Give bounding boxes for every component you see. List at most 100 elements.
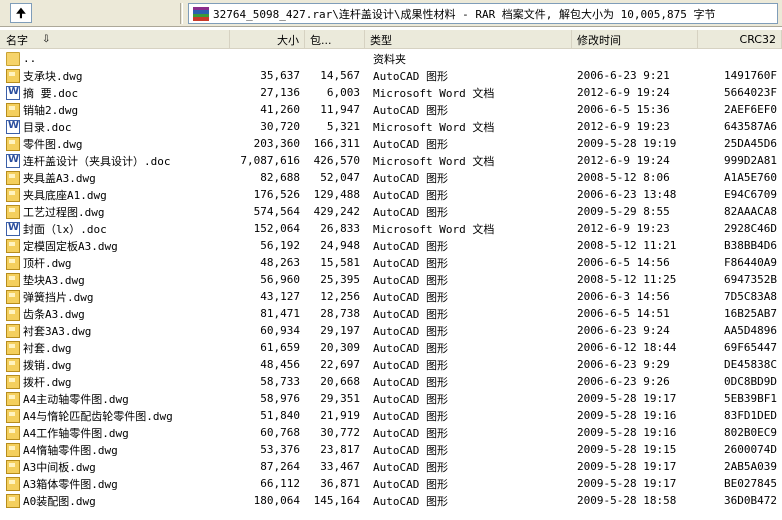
- file-type: AutoCAD 图形: [373, 443, 448, 457]
- rar-archive-icon: [193, 6, 209, 21]
- file-row[interactable]: A3中间板.dwg 87,264 33,467 AutoCAD 图形 2009-5-28…: [0, 458, 782, 475]
- file-row[interactable]: 夹具底座A1.dwg 176,526 129,488 AutoCAD 图形 2006-6…: [0, 186, 782, 203]
- file-crc: B38BB4D6: [724, 239, 777, 252]
- file-packed-size: 52,047: [320, 171, 360, 184]
- file-name: 衬套.dwg: [23, 341, 72, 355]
- file-row[interactable]: A4工作轴零件图.dwg 60,768 30,772 AutoCAD 图形 2009-5…: [0, 424, 782, 441]
- dwg-icon: [6, 136, 20, 151]
- dwg-icon: [6, 255, 20, 270]
- file-name-cell: 拨杆.dwg: [0, 373, 230, 390]
- file-row[interactable]: 连杆盖设计（夹具设计）.doc 7,087,616 426,570 Microsoft…: [0, 152, 782, 169]
- file-modified: 2006-6-12 18:44: [577, 341, 677, 354]
- file-modified: 2009-5-28 18:58: [577, 494, 677, 507]
- file-type: Microsoft Word 文档: [373, 154, 495, 168]
- dwg-icon: [6, 68, 20, 83]
- file-name-cell: 衬套3A3.dwg: [0, 322, 230, 339]
- column-name[interactable]: 名字 ⇩: [0, 30, 230, 49]
- file-size: 60,934: [260, 324, 300, 337]
- file-name-cell: 封面（lx）.doc: [0, 220, 230, 237]
- file-name: 夹具底座A1.dwg: [23, 188, 107, 202]
- file-row[interactable]: A4与惰轮匹配齿轮零件图.dwg 51,840 21,919 AutoCAD 图形 20…: [0, 407, 782, 424]
- file-name-cell: A3中间板.dwg: [0, 458, 230, 475]
- dwg-icon: [6, 323, 20, 338]
- file-name-cell: 支承块.dwg: [0, 67, 230, 84]
- file-name-cell: 夹具底座A1.dwg: [0, 186, 230, 203]
- file-row[interactable]: A3箱体零件图.dwg 66,112 36,871 AutoCAD 图形 2009-5-…: [0, 475, 782, 492]
- dwg-icon: [6, 374, 20, 389]
- file-name: 齿条A3.dwg: [23, 307, 85, 321]
- file-type: AutoCAD 图形: [373, 137, 448, 151]
- file-row[interactable]: 拨杆.dwg 58,733 20,668 AutoCAD 图形 2006-6-23 9:…: [0, 373, 782, 390]
- file-size: 56,192: [260, 239, 300, 252]
- file-crc: 643587A6: [724, 120, 777, 133]
- file-row[interactable]: 垫块A3.dwg 56,960 25,395 AutoCAD 图形 2008-5-12 …: [0, 271, 782, 288]
- file-size: 574,564: [253, 205, 300, 218]
- file-modified: 2009-5-28 19:17: [577, 477, 677, 490]
- file-crc: 36D0B472: [724, 494, 777, 507]
- doc-icon: [6, 153, 20, 168]
- up-folder-button[interactable]: 🠉: [10, 3, 32, 23]
- file-row[interactable]: .. 资料夹: [0, 50, 782, 67]
- dwg-icon: [6, 391, 20, 406]
- file-modified: 2006-6-23 9:29: [577, 358, 670, 371]
- column-type[interactable]: 类型: [365, 30, 572, 49]
- file-name: A4与惰轮匹配齿轮零件图.dwg: [23, 409, 173, 423]
- file-row[interactable]: A0装配图.dwg 180,064 145,164 AutoCAD 图形 2009-5-…: [0, 492, 782, 509]
- file-crc: 16B25AB7: [724, 307, 777, 320]
- file-type: AutoCAD 图形: [373, 171, 448, 185]
- file-row[interactable]: 封面（lx）.doc 152,064 26,833 Microsoft Word 文档…: [0, 220, 782, 237]
- file-name: 销轴2.dwg: [23, 103, 79, 117]
- file-row[interactable]: 定模固定板A3.dwg 56,192 24,948 AutoCAD 图形 2008-5-…: [0, 237, 782, 254]
- file-name: 衬套3A3.dwg: [23, 324, 92, 338]
- dwg-icon: [6, 408, 20, 423]
- file-row[interactable]: 衬套3A3.dwg 60,934 29,197 AutoCAD 图形 2006-6-23…: [0, 322, 782, 339]
- file-name-cell: A4工作轴零件图.dwg: [0, 424, 230, 441]
- file-row[interactable]: 夹具盖A3.dwg 82,688 52,047 AutoCAD 图形 2008-5-12…: [0, 169, 782, 186]
- file-packed-size: 28,738: [320, 307, 360, 320]
- file-size: 58,976: [260, 392, 300, 405]
- file-row[interactable]: 衬套.dwg 61,659 20,309 AutoCAD 图形 2006-6-12 18…: [0, 339, 782, 356]
- address-bar[interactable]: 32764_5098_427.rar\连杆盖设计\成果性材料 - RAR 档案文…: [188, 3, 778, 24]
- file-row[interactable]: A4主动轴零件图.dwg 58,976 29,351 AutoCAD 图形 2009-5…: [0, 390, 782, 407]
- file-modified: 2008-5-12 11:21: [577, 239, 677, 252]
- file-modified: [572, 50, 698, 67]
- file-size: 87,264: [260, 460, 300, 473]
- file-row[interactable]: 拨销.dwg 48,456 22,697 AutoCAD 图形 2006-6-23 9:…: [0, 356, 782, 373]
- sort-down-icon: ⇩: [42, 34, 51, 45]
- dwg-icon: [6, 102, 20, 117]
- file-size: 82,688: [260, 171, 300, 184]
- file-row[interactable]: A4惰轴零件图.dwg 53,376 23,817 AutoCAD 图形 2009-5-…: [0, 441, 782, 458]
- file-type: AutoCAD 图形: [373, 477, 448, 491]
- file-type: AutoCAD 图形: [373, 290, 448, 304]
- file-row[interactable]: 顶杆.dwg 48,263 15,581 AutoCAD 图形 2006-6-5 14:…: [0, 254, 782, 271]
- file-packed-size: 429,242: [313, 205, 360, 218]
- file-row[interactable]: 销轴2.dwg 41,260 11,947 AutoCAD 图形 2006-6-5 15…: [0, 101, 782, 118]
- file-modified: 2006-6-5 15:36: [577, 103, 670, 116]
- file-type: AutoCAD 图形: [373, 307, 448, 321]
- file-row[interactable]: 摘 要.doc 27,136 6,003 Microsoft Word 文档 2012-…: [0, 84, 782, 101]
- file-row[interactable]: 目录.doc 30,720 5,321 Microsoft Word 文档 2012-6…: [0, 118, 782, 135]
- file-name: 工艺过程图.dwg: [23, 205, 105, 219]
- file-row[interactable]: 齿条A3.dwg 81,471 28,738 AutoCAD 图形 2006-6-5 1…: [0, 305, 782, 322]
- dwg-icon: [6, 306, 20, 321]
- file-row[interactable]: 支承块.dwg 35,637 14,567 AutoCAD 图形 2006-6-23 9…: [0, 67, 782, 84]
- file-crc: 2AEF6EF0: [724, 103, 777, 116]
- column-name-label: 名字: [6, 33, 28, 47]
- file-row[interactable]: 工艺过程图.dwg 574,564 429,242 AutoCAD 图形 2009-5-…: [0, 203, 782, 220]
- file-name-cell: 拨销.dwg: [0, 356, 230, 373]
- column-size[interactable]: 大小: [230, 30, 305, 49]
- column-modified[interactable]: 修改时间: [572, 30, 698, 49]
- file-name: 封面（lx）.doc: [23, 222, 107, 236]
- file-row[interactable]: 零件图.dwg 203,360 166,311 AutoCAD 图形 2009-5-28…: [0, 135, 782, 152]
- file-row[interactable]: 弹簧挡片.dwg 43,127 12,256 AutoCAD 图形 2006-6-3 1…: [0, 288, 782, 305]
- file-name: A4工作轴零件图.dwg: [23, 426, 129, 440]
- file-name: A4惰轴零件图.dwg: [23, 443, 118, 457]
- file-type: AutoCAD 图形: [373, 426, 448, 440]
- file-modified: 2009-5-28 19:15: [577, 443, 677, 456]
- column-crc[interactable]: CRC32: [698, 30, 782, 49]
- file-size: 66,112: [260, 477, 300, 490]
- file-type: AutoCAD 图形: [373, 205, 448, 219]
- column-packed[interactable]: 包...: [305, 30, 365, 49]
- doc-icon: [6, 221, 20, 236]
- file-size: 56,960: [260, 273, 300, 286]
